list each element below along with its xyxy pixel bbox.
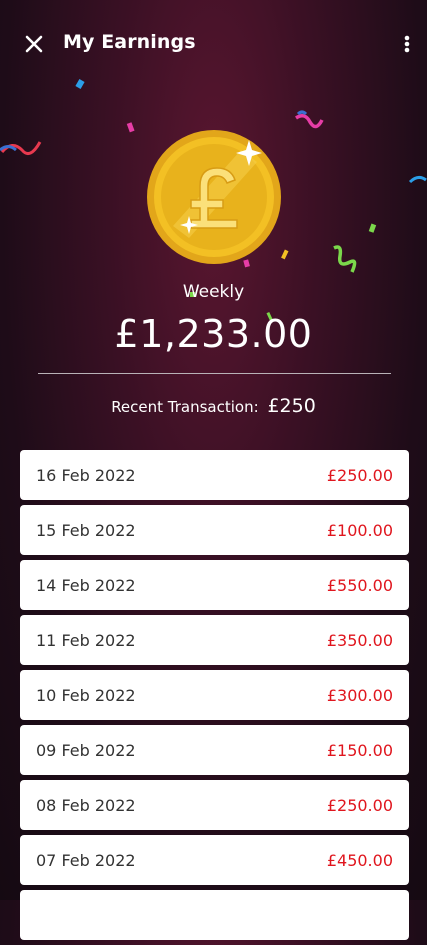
transaction-row[interactable]: 11 Feb 2022 £350.00	[20, 615, 409, 665]
transaction-date: 16 Feb 2022	[36, 465, 136, 485]
transaction-date: 09 Feb 2022	[36, 740, 136, 760]
recent-transaction: Recent Transaction: £250	[0, 395, 427, 417]
transaction-row[interactable]	[20, 890, 409, 940]
transaction-amount: £350.00	[326, 630, 393, 650]
transaction-amount: £100.00	[326, 520, 393, 540]
divider	[38, 373, 391, 374]
close-icon[interactable]	[22, 32, 46, 56]
transaction-row[interactable]: 08 Feb 2022 £250.00	[20, 780, 409, 830]
transaction-date: 11 Feb 2022	[36, 630, 136, 650]
transaction-date: 08 Feb 2022	[36, 795, 136, 815]
page-title: My Earnings	[63, 31, 196, 53]
more-vert-icon[interactable]	[399, 32, 415, 56]
transaction-row[interactable]: 15 Feb 2022 £100.00	[20, 505, 409, 555]
transaction-amount: £550.00	[326, 575, 393, 595]
transaction-date: 15 Feb 2022	[36, 520, 136, 540]
transaction-row[interactable]: 10 Feb 2022 £300.00	[20, 670, 409, 720]
transaction-date: 10 Feb 2022	[36, 685, 136, 705]
earnings-period-label: Weekly	[182, 282, 245, 302]
earnings-total: £1,233.00	[114, 312, 313, 356]
transaction-row[interactable]: 09 Feb 2022 £150.00	[20, 725, 409, 775]
pound-coin-icon	[147, 130, 281, 264]
transaction-row[interactable]: 07 Feb 2022 £450.00	[20, 835, 409, 885]
recent-transaction-label: Recent Transaction:	[111, 398, 259, 416]
transaction-amount: £450.00	[326, 850, 393, 870]
transaction-amount: £150.00	[326, 740, 393, 760]
transaction-date: 07 Feb 2022	[36, 850, 136, 870]
transaction-amount: £250.00	[326, 465, 393, 485]
transaction-row[interactable]: 14 Feb 2022 £550.00	[20, 560, 409, 610]
transaction-list: 16 Feb 2022 £250.00 15 Feb 2022 £100.00 …	[20, 450, 409, 945]
transaction-amount: £250.00	[326, 795, 393, 815]
transaction-amount: £300.00	[326, 685, 393, 705]
transaction-date: 14 Feb 2022	[36, 575, 136, 595]
recent-transaction-amount: £250	[267, 395, 316, 417]
app-header: My Earnings	[0, 0, 427, 88]
transaction-row[interactable]: 16 Feb 2022 £250.00	[20, 450, 409, 500]
